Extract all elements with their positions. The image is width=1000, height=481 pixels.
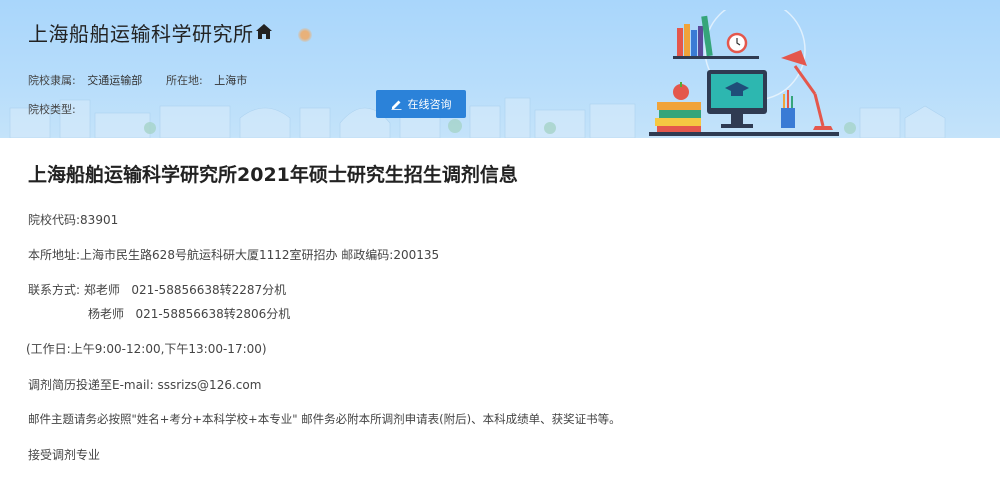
school-name: 上海船舶运输科学研究所 bbox=[28, 22, 254, 46]
header-banner: 上海船舶运输科学研究所 院校隶属: 交通运输部 所在地: 上海市 院校类型: 在… bbox=[0, 0, 1000, 138]
school-code-text: 院校代码:83901 bbox=[28, 213, 119, 227]
email-subject-text: 邮件主题请务必按照"姓名+考分+本科学校+本专业" 邮件务必附本所调剂申请表(附… bbox=[28, 412, 621, 426]
school-type-row: 院校类型: bbox=[28, 101, 76, 117]
city-skyline-illustration bbox=[9, 97, 946, 138]
online-consult-label: 在线咨询 bbox=[407, 98, 452, 111]
school-type-label: 院校类型: bbox=[28, 103, 76, 116]
email-text: 调剂简历投递至E-mail: sssrizs@126.com bbox=[28, 378, 262, 392]
affiliation-row: 院校隶属: 交通运输部 bbox=[28, 72, 142, 88]
decorative-dot bbox=[298, 28, 312, 42]
page-title: 上海船舶运输科学研究所2021年硕士研究生招生调剂信息 bbox=[28, 164, 518, 186]
accepted-majors-text: 接受调剂专业 bbox=[28, 448, 101, 462]
contact-teacher-2: 杨老师 021-58856638转2806分机 bbox=[88, 307, 291, 321]
online-consult-button[interactable]: 在线咨询 bbox=[376, 90, 466, 118]
home-icon[interactable] bbox=[256, 24, 272, 39]
contact-label: 联系方式: bbox=[28, 283, 81, 297]
contact-row-1: 联系方式: 郑老师 021-58856638转2287分机 bbox=[28, 281, 286, 298]
affiliation-label: 院校隶属: bbox=[28, 74, 76, 87]
education-illustration bbox=[649, 10, 839, 136]
contact-row-2: 杨老师 021-58856638转2806分机 bbox=[28, 305, 290, 322]
location-value: 上海市 bbox=[214, 74, 248, 87]
workday-text: (工作日:上午9:00-12:00,下午13:00-17:00) bbox=[26, 342, 267, 356]
address-text: 本所地址:上海市民生路628号航运科研大厦1112室研招办 邮政编码:20013… bbox=[28, 248, 440, 262]
pencil-icon bbox=[391, 100, 401, 110]
location-label: 所在地: bbox=[166, 74, 203, 87]
contact-teacher-1: 郑老师 021-58856638转2287分机 bbox=[83, 283, 287, 297]
location-row: 所在地: 上海市 bbox=[166, 72, 247, 88]
affiliation-value: 交通运输部 bbox=[87, 74, 143, 87]
